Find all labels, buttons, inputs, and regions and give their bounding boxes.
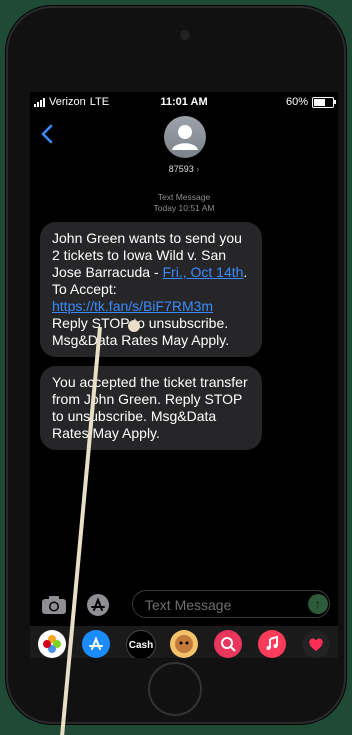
message-time-label: Today 10:51 AM bbox=[153, 203, 215, 213]
photos-app-icon[interactable] bbox=[38, 630, 66, 658]
ticket-link[interactable]: https://tk.fan/s/BiF7RM3m bbox=[52, 298, 213, 314]
music-icon[interactable] bbox=[258, 630, 286, 658]
message-input[interactable]: Text Message bbox=[132, 590, 330, 618]
contact-name[interactable]: 87593 › bbox=[30, 164, 338, 174]
pointer-dot bbox=[128, 320, 140, 332]
home-button[interactable] bbox=[148, 662, 202, 716]
camera-icon[interactable] bbox=[40, 594, 68, 616]
sender-name: John Green bbox=[52, 230, 126, 246]
person-icon bbox=[172, 125, 198, 150]
contact-avatar[interactable] bbox=[164, 116, 206, 158]
message-type-label: Text Message bbox=[157, 192, 211, 202]
front-camera bbox=[180, 30, 190, 40]
battery-icon bbox=[312, 96, 336, 108]
status-bar: Verizon LTE 11:01 AM 60% bbox=[30, 96, 338, 110]
contact-chevron-icon: › bbox=[196, 164, 200, 174]
event-date[interactable]: Fri., Oct 14th bbox=[163, 264, 244, 280]
send-arrow-icon[interactable]: ↑ bbox=[308, 594, 328, 614]
battery-percent: 60% bbox=[285, 96, 308, 108]
message-bubble[interactable]: You accepted the ticket transfer from Jo… bbox=[40, 366, 262, 450]
search-images-icon[interactable] bbox=[214, 630, 242, 658]
digital-touch-icon[interactable] bbox=[302, 630, 330, 658]
memoji-icon[interactable] bbox=[170, 630, 198, 658]
app-drawer: Cash bbox=[30, 626, 338, 658]
message-timestamp: Text Message Today 10:51 AM bbox=[30, 192, 338, 214]
contact-number: 87593 bbox=[168, 164, 194, 174]
message-bubble[interactable]: John Green wants to send you 2 tickets t… bbox=[40, 222, 262, 357]
app-store-icon[interactable] bbox=[82, 630, 110, 658]
app-store-drawer-icon[interactable] bbox=[86, 593, 110, 617]
back-chevron-icon[interactable] bbox=[40, 124, 54, 144]
phone-frame: Verizon LTE 11:01 AM 60% 87593 › Text Me… bbox=[6, 6, 346, 724]
message-footer: Reply STOP to unsubscribe. Msg&Data Rate… bbox=[52, 315, 230, 348]
apple-cash-icon[interactable]: Cash bbox=[126, 630, 156, 658]
battery-info: 60% bbox=[285, 96, 336, 108]
